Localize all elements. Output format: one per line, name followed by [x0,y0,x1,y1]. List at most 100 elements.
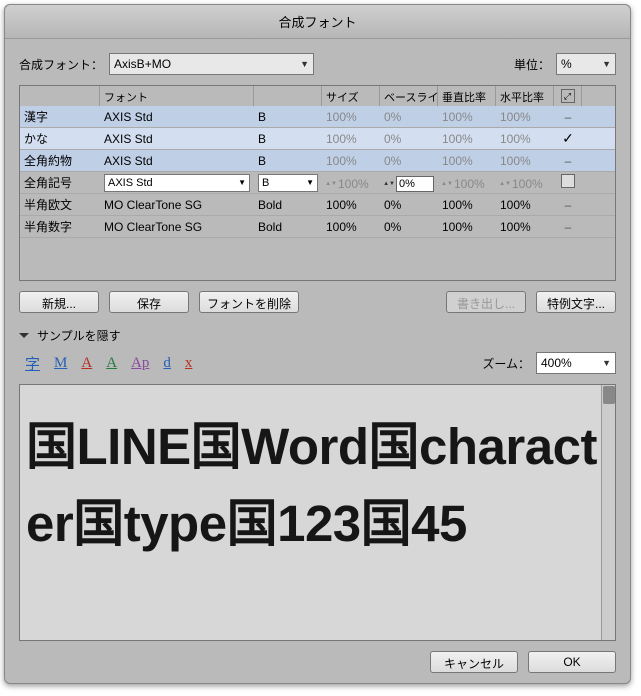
tool-icon-1[interactable]: M [54,355,67,372]
chevron-down-icon: ▼ [602,358,611,368]
cell-baseline: 0% [380,152,438,170]
scroll-thumb[interactable] [603,386,615,404]
tool-icon-6[interactable]: x [185,355,193,372]
cell-size: 100% [322,218,380,236]
sample-preview: 国LINE国Word国character国type国123国45 [19,384,616,641]
table-row[interactable]: 半角数字MO ClearTone SGBold100%0%100%100%– [20,216,615,238]
cell-font[interactable]: AXIS Std▼ [100,172,254,194]
table-header: フォント サイズ ベースライ... 垂直比率 水平比率 ⤢ [20,86,615,106]
composite-font-select[interactable]: AxisB+MO ▼ [109,53,314,75]
cell-hscale: 100% [496,130,554,148]
cell-hscale: 100% [496,218,554,236]
table-row[interactable]: 全角記号AXIS Std▼B▼▲▼100%▲▼▲▼100%▲▼100% [20,172,615,194]
cell-size: 100% [322,130,380,148]
export-button: 書き出し... [446,291,526,313]
cell-check[interactable]: ✓ [554,128,582,149]
check-icon: ✓ [562,130,574,146]
table-row[interactable]: 半角欧文MO ClearTone SGBold100%0%100%100%– [20,194,615,216]
cell-category: 全角記号 [20,172,100,193]
dash-icon: – [565,154,572,168]
cell-font: MO ClearTone SG [100,196,254,214]
cell-category: 全角約物 [20,150,100,171]
cell-font: AXIS Std [100,108,254,126]
tool-icon-3[interactable]: A [106,355,117,372]
unit-label: 単位： [514,56,550,73]
cell-baseline: 0% [380,108,438,126]
ok-button[interactable]: OK [528,651,616,673]
cell-font: AXIS Std [100,130,254,148]
chevron-down-icon: ▼ [602,59,611,69]
disclosure-toggle[interactable]: サンプルを隠す [19,327,616,344]
cell-style[interactable]: B▼ [254,172,322,194]
cell-vscale: 100% [438,196,496,214]
dash-icon: – [565,220,572,234]
cell-style: Bold [254,196,322,214]
cell-style: Bold [254,218,322,236]
sample-text: 国LINE国Word国character国type国123国45 [20,385,615,586]
table-row[interactable]: 全角約物AXIS StdB100%0%100%100%– [20,150,615,172]
cell-hscale: ▲▼100% [496,172,554,193]
cell-category: 漢字 [20,106,100,127]
tool-icon-2[interactable]: A [81,355,92,372]
delete-font-button[interactable]: フォントを削除 [199,291,299,313]
cell-baseline: 0% [380,130,438,148]
cell-baseline[interactable]: ▲▼ [380,172,438,194]
tool-icon-0[interactable]: 字 [25,353,40,374]
cell-category: 半角数字 [20,216,100,237]
cell-vscale: 100% [438,152,496,170]
cell-style: B [254,152,322,170]
zoom-value: 400% [541,356,572,370]
window-title: 合成フォント [5,5,630,39]
zoom-select[interactable]: 400% ▼ [536,352,616,374]
expand-icon: ⤢ [561,89,575,103]
cell-size: 100% [322,196,380,214]
zoom-label: ズーム： [482,355,530,372]
cell-vscale: ▲▼100% [438,172,496,193]
col-hscale[interactable]: 水平比率 [496,86,554,106]
cell-baseline: 0% [380,196,438,214]
new-button[interactable]: 新規... [19,291,99,313]
cell-vscale: 100% [438,130,496,148]
cell-vscale: 100% [438,108,496,126]
cancel-button[interactable]: キャンセル [430,651,518,673]
col-expand[interactable]: ⤢ [554,86,582,106]
cell-category: かな [20,128,100,149]
tool-icon-4[interactable]: Ap [131,355,149,372]
cell-check[interactable]: – [554,108,582,126]
table-row[interactable]: かなAXIS StdB100%0%100%100%✓ [20,128,615,150]
font-table: フォント サイズ ベースライ... 垂直比率 水平比率 ⤢ 漢字AXIS Std… [19,85,616,281]
save-button[interactable]: 保存 [109,291,189,313]
dash-icon: – [565,198,572,212]
cell-check[interactable]: – [554,218,582,236]
cell-check[interactable]: – [554,152,582,170]
cell-size: 100% [322,108,380,126]
cell-baseline: 0% [380,218,438,236]
col-font[interactable]: フォント [100,86,254,106]
cell-category: 半角欧文 [20,194,100,215]
col-vscale[interactable]: 垂直比率 [438,86,496,106]
col-style [254,86,322,106]
cell-check[interactable]: – [554,196,582,214]
dash-icon: – [565,110,572,124]
col-size[interactable]: サイズ [322,86,380,106]
col-baseline[interactable]: ベースライ... [380,86,438,106]
cell-style: B [254,130,322,148]
tool-icon-5[interactable]: d [163,355,171,372]
cell-font: MO ClearTone SG [100,218,254,236]
cell-font: AXIS Std [100,152,254,170]
col-category [20,86,100,106]
cell-hscale: 100% [496,108,554,126]
scrollbar[interactable] [601,385,615,640]
font-label: 合成フォント： [19,56,103,73]
cell-check[interactable] [554,172,582,193]
cell-hscale: 100% [496,196,554,214]
table-row[interactable]: 漢字AXIS StdB100%0%100%100%– [20,106,615,128]
special-chars-button[interactable]: 特例文字... [536,291,616,313]
composite-font-value: AxisB+MO [114,57,171,71]
cell-hscale: 100% [496,152,554,170]
cell-size: ▲▼100% [322,172,380,193]
triangle-down-icon [19,333,29,338]
cell-size: 100% [322,152,380,170]
unit-select[interactable]: % ▼ [556,53,616,75]
cell-style: B [254,108,322,126]
